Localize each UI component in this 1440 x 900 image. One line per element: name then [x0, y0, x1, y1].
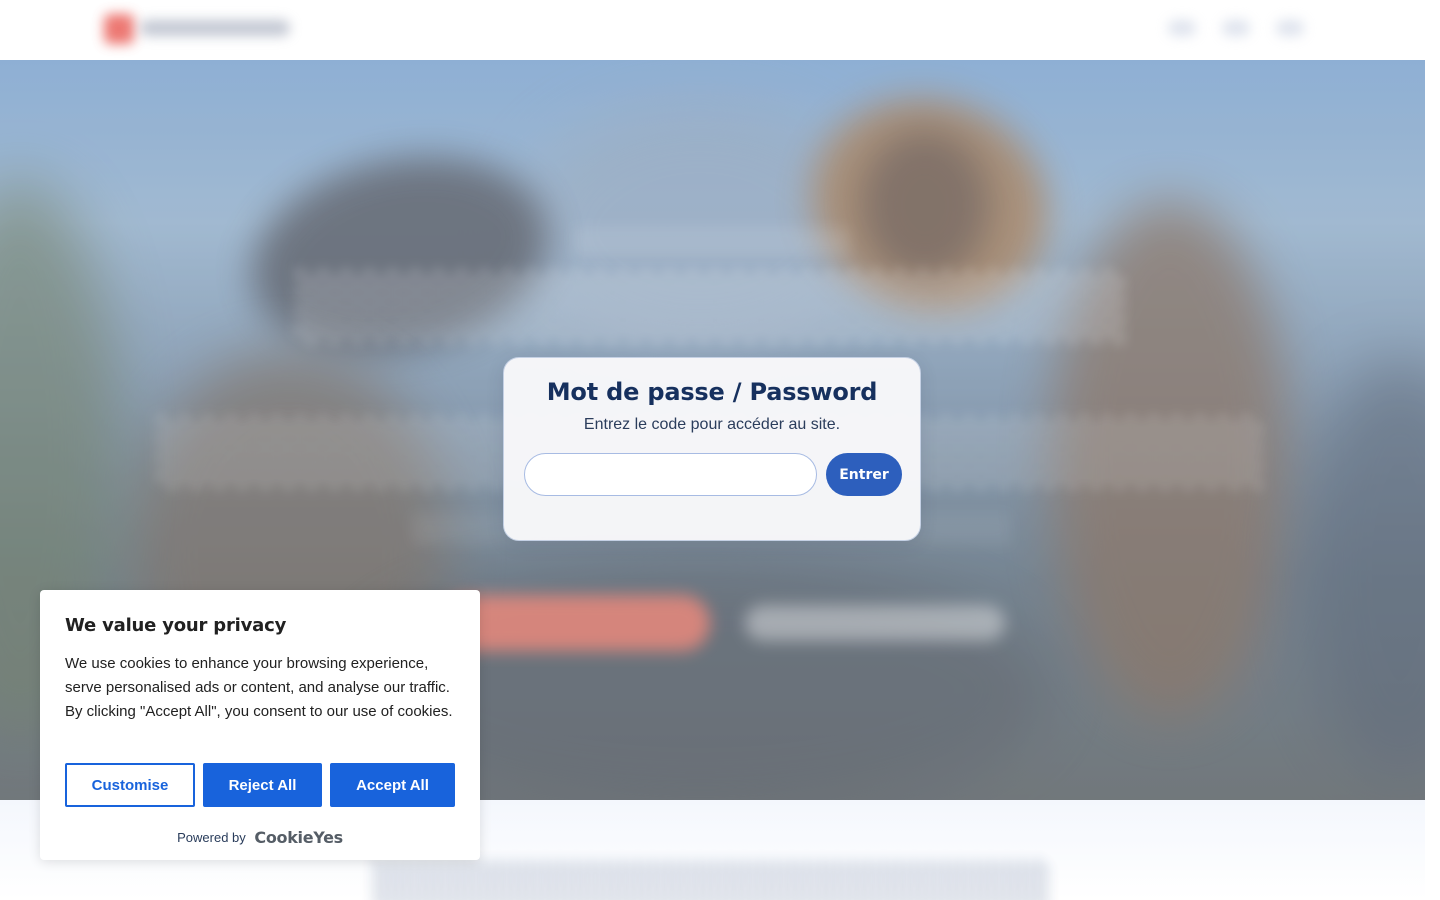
blurred-site-header	[0, 0, 1425, 60]
customise-button[interactable]: Customise	[65, 763, 195, 807]
blurred-nav-item	[1222, 20, 1250, 36]
blurred-hero-eyebrow: ░░░░░░░░░░░░░░░	[574, 228, 851, 256]
blurred-nav-item	[1168, 20, 1196, 36]
powered-by-footer: Powered by CookieYes	[40, 828, 480, 847]
password-input[interactable]	[524, 453, 817, 496]
password-modal-subtitle: Entrez le code pour accéder au site.	[583, 416, 841, 433]
password-modal: Mot de passe / Password Entrez le code p…	[503, 357, 921, 541]
cookie-banner-title: We value your privacy	[65, 615, 287, 636]
accept-all-button[interactable]: Accept All	[330, 763, 455, 807]
cookie-consent-banner: We value your privacy We use cookies to …	[40, 590, 480, 860]
blurred-hero-heading: ░░░░░░░░░░░░░░░░░░	[297, 272, 1128, 342]
blurred-hero-link	[745, 605, 1005, 641]
cookie-banner-description: We use cookies to enhance your browsing …	[65, 655, 453, 720]
blurred-logo-text	[140, 20, 290, 36]
page: ░░░░░░░░░░░░░░░ ░░░░░░░░░░░░░░░░░░ ░░░░░…	[0, 0, 1440, 900]
blurred-hero-cta	[440, 595, 710, 651]
scrollbar-gutter	[1425, 0, 1440, 900]
cookieyes-logo[interactable]: CookieYes	[254, 828, 343, 847]
powered-by-label: Powered by	[177, 830, 246, 845]
enter-button[interactable]: Entrer	[826, 453, 902, 496]
blurred-section-heading: ░░░░░░░░░░░░░░░░░░░░░░	[374, 862, 1051, 900]
blurred-logo-icon	[104, 14, 134, 44]
reject-all-button[interactable]: Reject All	[203, 763, 322, 807]
blurred-nav-item	[1276, 20, 1304, 36]
password-modal-title: Mot de passe / Password	[546, 378, 878, 406]
